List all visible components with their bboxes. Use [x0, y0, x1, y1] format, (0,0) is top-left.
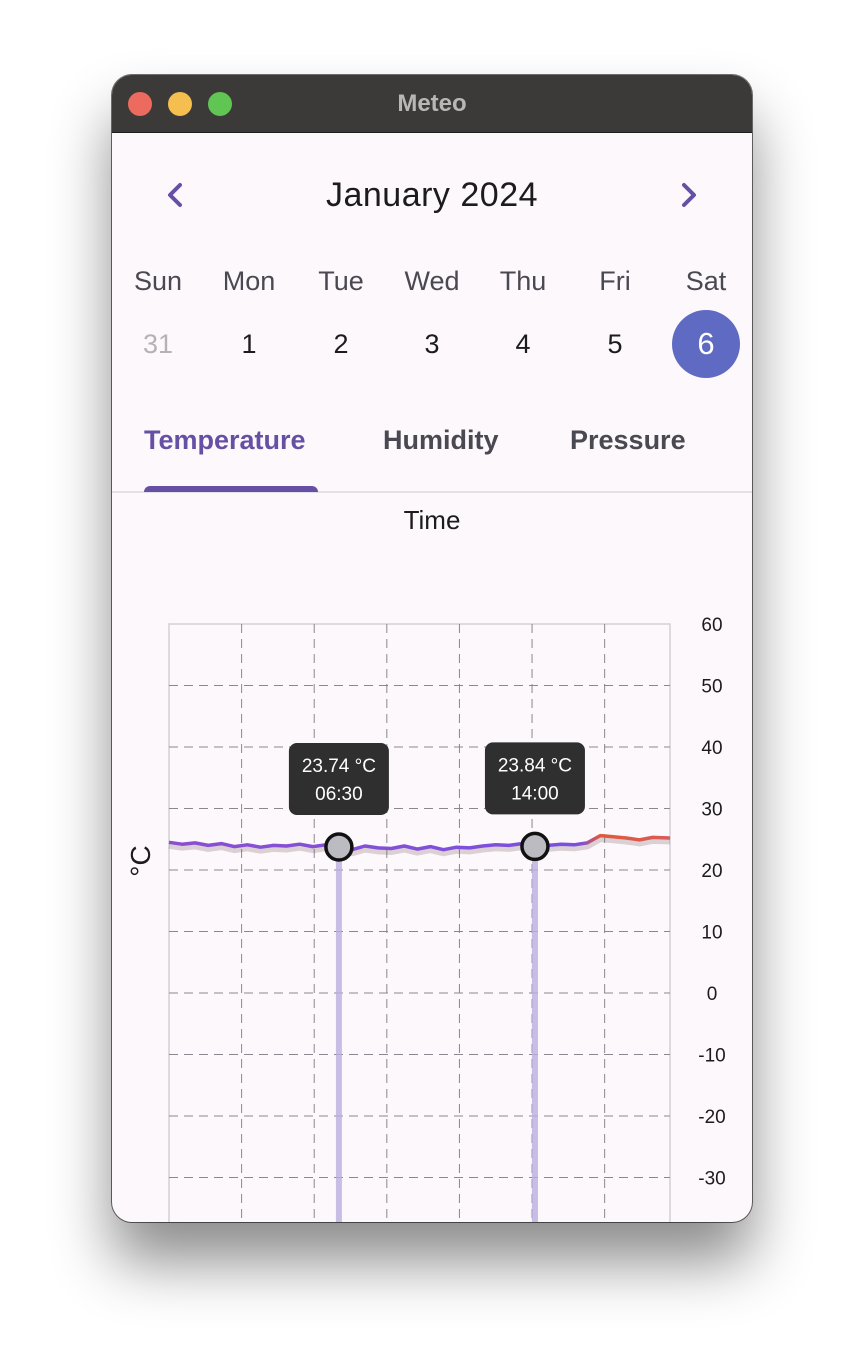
month-header: January 2024 — [112, 170, 752, 220]
chart-title: Time — [404, 505, 461, 535]
calendar-day[interactable]: 1 — [209, 309, 289, 379]
tooltip-time: 14:00 — [511, 783, 559, 804]
plot-border — [168, 623, 671, 1222]
y-tick-label: -20 — [698, 1107, 725, 1128]
chart-grid — [168, 623, 671, 1222]
weekday-label: Mon — [222, 266, 276, 296]
tooltip-value: 23.74 °C — [302, 756, 376, 777]
indicator-line — [335, 846, 342, 1222]
day-number: 1 — [241, 329, 257, 359]
day-number: 6 — [697, 326, 715, 361]
y-tick-labels: 6050403020100-10-20-30-40 — [698, 615, 725, 1190]
month-title: January 2024 — [325, 176, 539, 214]
calendar-day-selected[interactable]: 6 — [666, 309, 746, 380]
indicator-dot — [324, 832, 354, 862]
y-tick-label: 50 — [701, 677, 722, 698]
tab-humidity[interactable]: Humidity — [383, 425, 499, 456]
indicator-line — [531, 846, 538, 1222]
y-tick-label: 0 — [707, 984, 718, 1005]
day-number: 2 — [333, 329, 349, 359]
y-tick-label: 40 — [701, 738, 722, 759]
weekday-label: Wed — [404, 266, 460, 296]
app-window: Meteo January 2024 Sun Mon Tue Wed Thu F… — [112, 75, 752, 1222]
window-title: Meteo — [397, 90, 467, 117]
day-number: 31 — [142, 329, 174, 359]
tooltip-time: 06:30 — [315, 784, 363, 805]
tooltips: 23.74 °C 06:30 23.84 °C 14:00 — [288, 742, 585, 862]
tab-pressure[interactable]: Pressure — [570, 425, 686, 456]
y-tick-label: 10 — [701, 923, 722, 944]
weekday-label: Sun — [133, 266, 183, 296]
weekday-header-row: Sun Mon Tue Wed Thu Fri Sat — [112, 263, 752, 299]
y-tick-label: 30 — [701, 800, 722, 821]
calendar-day[interactable]: 31 — [118, 309, 198, 379]
active-tab-indicator — [144, 486, 318, 492]
calendar-day[interactable]: 3 — [392, 309, 472, 379]
day-number: 4 — [515, 329, 531, 359]
calendar-day[interactable]: 2 — [301, 309, 381, 379]
metric-tabs: Temperature Humidity Pressure — [112, 411, 752, 493]
day-number: 5 — [607, 329, 623, 359]
weekday-label: Tue — [318, 266, 364, 296]
tab-temperature[interactable]: Temperature — [144, 425, 306, 456]
day-row: 31 1 2 3 4 5 6 — [112, 309, 752, 379]
calendar-day[interactable]: 5 — [575, 309, 655, 379]
next-month-button[interactable] — [666, 173, 710, 217]
tooltip-value: 23.84 °C — [498, 755, 572, 776]
day-number: 3 — [424, 329, 440, 359]
y-tick-label: 60 — [701, 615, 722, 636]
indicator-dot — [520, 831, 550, 862]
weekday-label: Sat — [685, 266, 727, 296]
chevron-right-icon — [682, 183, 696, 207]
tooltip-markers — [335, 846, 538, 1222]
weekday-label: Thu — [499, 266, 547, 296]
chart-svg[interactable]: Time °C 6050403020100-10-20-30-40 00:000… — [112, 493, 752, 1222]
calendar-day[interactable]: 4 — [483, 309, 563, 379]
y-tick-label: -30 — [698, 1169, 725, 1190]
y-tick-label: 20 — [701, 861, 722, 882]
weekday-label: Fri — [599, 266, 631, 296]
y-axis-label: °C — [125, 845, 156, 876]
title-bar[interactable]: Meteo — [112, 75, 752, 133]
temperature-chart[interactable]: Time °C 6050403020100-10-20-30-40 00:000… — [112, 493, 752, 1222]
y-tick-label: -10 — [698, 1046, 725, 1067]
